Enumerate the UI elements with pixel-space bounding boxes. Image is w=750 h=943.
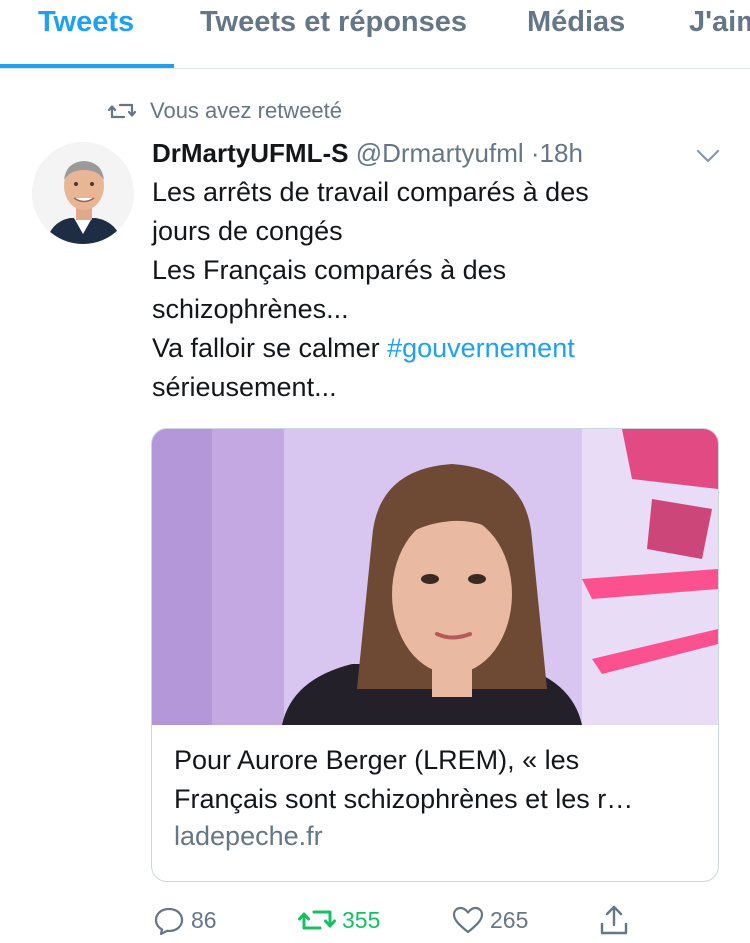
link-card[interactable]: Pour Aurore Berger (LREM), « les Françai… [151, 428, 719, 882]
reply-button[interactable]: 86 [153, 900, 217, 940]
card-title-line: Français sont schizophrènes et les r… [174, 784, 634, 814]
tweet-text-line: jours de congés [152, 216, 343, 246]
tab-media[interactable]: Médias [527, 6, 625, 39]
retweet-context-text: Vous avez retweeté [150, 98, 343, 123]
retweet-context: Vous avez retweeté [108, 96, 342, 126]
author-name[interactable]: DrMartyUFML-S [152, 138, 348, 168]
tweet-text: Les arrêts de travail comparés à des jou… [152, 173, 712, 407]
tweet-text-line: Va falloir se calmer #gouvernement [152, 329, 712, 368]
card-title: Pour Aurore Berger (LREM), « les Françai… [174, 741, 699, 819]
tweet-text-segment: Va falloir se calmer [152, 333, 388, 363]
author-photo [32, 142, 134, 244]
hashtag-link[interactable]: #gouvernement [387, 333, 575, 363]
tab-tweets[interactable]: Tweets [38, 6, 134, 39]
tab-tweets-and-replies[interactable]: Tweets et réponses [200, 6, 467, 39]
profile-tabs: Tweets Tweets et réponses Médias J'aime [0, 0, 750, 69]
retweet-button[interactable]: 355 [298, 900, 380, 940]
tab-likes[interactable]: J'aime [689, 6, 750, 39]
active-tab-indicator [0, 64, 174, 68]
tweet-text-line: sérieusement... [152, 372, 337, 402]
header-separator: · [530, 138, 540, 168]
tweet-header: DrMartyUFML-S @Drmartyufml ·18h [152, 138, 672, 172]
reply-count: 86 [191, 906, 217, 933]
tweet-text-line: Les arrêts de travail comparés à des [152, 177, 589, 207]
card-photo [152, 429, 718, 725]
share-icon [600, 905, 628, 935]
retweet-icon [108, 103, 136, 119]
tweet-timestamp[interactable]: 18h [540, 138, 583, 168]
card-image [152, 429, 718, 725]
retweet-icon [298, 910, 336, 930]
like-button[interactable]: 265 [452, 900, 528, 940]
tweet-text-line: schizophrènes... [152, 294, 349, 324]
like-count: 265 [490, 906, 529, 933]
reply-icon [154, 907, 184, 935]
retweet-count: 355 [342, 906, 381, 933]
chevron-down-icon[interactable] [693, 143, 723, 169]
card-domain: ladepeche.fr [174, 821, 323, 851]
share-button[interactable] [598, 900, 636, 940]
heart-icon [452, 906, 484, 934]
avatar[interactable] [32, 142, 134, 244]
card-title-line: Pour Aurore Berger (LREM), « les [174, 745, 580, 775]
tweet-actions: 86 355 265 [0, 900, 750, 943]
tweet-text-line: Les Français comparés à des [152, 255, 507, 285]
author-handle[interactable]: @Drmartyufml [356, 138, 524, 168]
